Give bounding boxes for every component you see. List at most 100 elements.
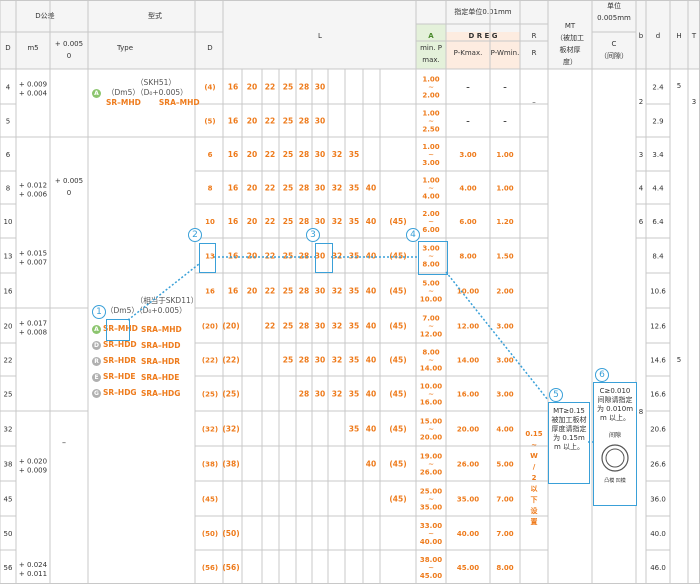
hdr-c-2: （间隙） <box>600 51 628 60</box>
row-3-dcol: 4.4 <box>652 185 664 193</box>
row-2-d: 6 <box>6 151 11 159</box>
row-4-l-5: 30 <box>315 217 325 226</box>
row-9-pw: 3.00 <box>496 391 513 399</box>
row-2-b: 3 <box>639 151 643 159</box>
row-9-d: 25 <box>4 391 13 399</box>
hdr-pkmax: P-Kmax. <box>454 49 483 57</box>
row-7-l-2: 25 <box>283 322 293 331</box>
row-8-p-max: 14.00 <box>420 365 442 373</box>
row-8-pk: 14.00 <box>457 357 479 365</box>
hdr-spec-unit: 指定单位0.01mm <box>454 7 511 16</box>
row-10-type-d: (32) <box>202 426 218 434</box>
row-10-l-0: (32) <box>222 425 239 434</box>
row-2-p-min: 1.00 <box>422 143 439 151</box>
row-2-pk: 3.00 <box>459 151 476 159</box>
note6-diagram-label: 间隙 <box>608 432 621 439</box>
row-14-m5-lo: + 0.011 <box>19 570 47 578</box>
row-0-p-max: 2.00 <box>422 92 439 100</box>
row-0-l-1: 20 <box>247 83 257 92</box>
row-8-l-6: 40 <box>366 356 376 365</box>
row-5-l-9: (45) <box>389 252 406 261</box>
type-bottom-right-3: SRA–HDE <box>141 372 180 382</box>
row-12-p-min: 25.00 <box>420 488 442 496</box>
callout-note-6: C≥0.010 间隙请指定为 0.010mm 以上。 间隙 凸模 凹模 <box>593 382 637 506</box>
row-12-dcol: 36.0 <box>650 496 666 504</box>
row-10-p-min: 15.00 <box>420 418 442 426</box>
row-4-l-4: 28 <box>299 217 309 226</box>
row-4-l-3: 25 <box>283 217 293 226</box>
row-6-l-5: 30 <box>315 287 325 296</box>
r-char-7: 设 <box>531 506 539 515</box>
row-8-dcol: 14.6 <box>650 357 666 365</box>
row-9-p-sep: ~ <box>428 391 434 399</box>
row-11-l-0: (38) <box>222 460 239 469</box>
hdr-mt-1: MT <box>565 22 576 30</box>
row-3-p-min: 1.00 <box>422 177 439 185</box>
row-5-l-8: 40 <box>366 252 376 261</box>
type-row-3: E SR–HDE SRA–HDE <box>92 369 222 385</box>
hdr-mt-2: （被加工 <box>556 33 584 42</box>
row-3-l-5: 30 <box>315 184 325 193</box>
type-bottom-right-1: SRA–HDD <box>141 340 181 350</box>
callout-number-2: 2 <box>188 228 202 242</box>
row-7-p-min: 7.00 <box>422 315 439 323</box>
row-6-l-2: 22 <box>265 287 275 296</box>
row-12-l-0: (45) <box>389 495 406 504</box>
row-1-d: 5 <box>6 118 10 126</box>
a-type-icon: A <box>92 324 101 334</box>
row-1-pk: – <box>466 118 470 126</box>
row-7-l-1: 22 <box>265 322 275 331</box>
e-type-icon: E <box>92 372 101 382</box>
type-top-sub: （Dm5）（D₀+0.005） <box>107 88 188 97</box>
row-0-pw: – <box>503 84 507 92</box>
row-7-pk: 12.00 <box>457 323 479 331</box>
row-7-p-sep: ~ <box>428 323 434 331</box>
row-3-d: 8 <box>6 185 10 193</box>
row-13-p-sep: ~ <box>428 530 434 538</box>
row-8-d: 22 <box>4 357 13 365</box>
row-11-l-1: 40 <box>366 460 376 469</box>
row-5-pw: 1.50 <box>496 253 513 261</box>
row-12-type-d: (45) <box>202 496 218 504</box>
row-0-l-3: 25 <box>283 83 293 92</box>
row-11-type-d: (38) <box>202 461 218 469</box>
row-5-pk: 8.00 <box>459 253 476 261</box>
row-0-l-2: 22 <box>265 83 275 92</box>
row-2-l-2: 22 <box>265 150 275 159</box>
hdr-d: D <box>5 44 10 52</box>
row-4-l-9: (45) <box>389 217 406 226</box>
row-10-l-2: 40 <box>366 425 376 434</box>
row-10-p-sep: ~ <box>428 426 434 434</box>
row-3-b: 4 <box>639 185 644 193</box>
row-3-p-max: 4.00 <box>422 193 439 201</box>
hdr-mt-4: 度） <box>563 57 577 66</box>
type-top-name-1: SRA–MHD <box>158 98 200 107</box>
row-6-l-9: (45) <box>389 287 406 296</box>
row-3-l-6: 32 <box>332 184 342 193</box>
row-3-l-7: 35 <box>349 184 359 193</box>
row-0-p-sep: ~ <box>428 84 434 92</box>
r-char-6: 下 <box>531 496 538 504</box>
row-11-dcol: 26.6 <box>650 461 666 469</box>
row-5-l-7: 35 <box>349 252 359 261</box>
type-top-block: （SKH51） A （Dm5）（D₀+0.005） SR–MHD SRA–MHD <box>92 78 220 108</box>
row-2-p-max: 3.00 <box>422 159 439 167</box>
callout-number-6: 6 <box>595 368 609 382</box>
hdr-type-d: D <box>207 44 212 52</box>
row-1-l-2: 22 <box>265 117 275 126</box>
row-4-b: 6 <box>639 218 644 226</box>
type-bottom-left-3: SR–HDE <box>103 372 136 381</box>
row-5-l-2: 22 <box>265 252 275 261</box>
type-row-2: R SR–HDR SRA–HDR <box>92 353 222 369</box>
type-bottom-right-0: SRA–MHD <box>141 324 182 334</box>
row-5-dcol: 8.4 <box>652 253 664 261</box>
row-1-dcol: 2.9 <box>652 118 663 126</box>
row-7-l-7: 40 <box>366 322 376 331</box>
row-9-l-2: 30 <box>315 390 325 399</box>
row-1-l-1: 20 <box>247 117 257 126</box>
row-0-dcol: 2.4 <box>652 84 664 92</box>
row-2-l-0: 16 <box>228 150 238 159</box>
callout-note-5: MT≥0.15 被加工板材厚度请指定为 0.15mm 以上。 <box>548 402 590 484</box>
row-2-dcol: 3.4 <box>652 151 664 159</box>
row-1-type-d: (5) <box>204 118 215 126</box>
